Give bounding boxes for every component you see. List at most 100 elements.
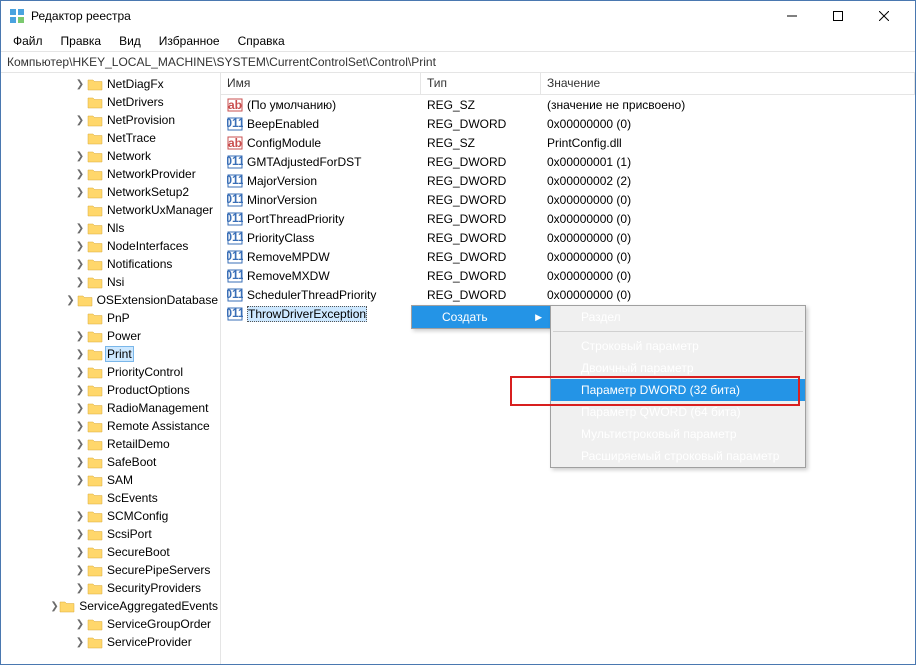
- tree-item[interactable]: ❯ServiceProvider: [1, 633, 220, 651]
- expand-icon[interactable]: ❯: [73, 167, 87, 181]
- list-row[interactable]: 011SchedulerThreadPriorityREG_DWORD0x000…: [221, 285, 915, 304]
- expand-icon[interactable]: [73, 131, 87, 145]
- tree-item[interactable]: ScEvents: [1, 489, 220, 507]
- tree-item[interactable]: ❯PriorityControl: [1, 363, 220, 381]
- tree-item[interactable]: ❯RadioManagement: [1, 399, 220, 417]
- expand-icon[interactable]: [73, 203, 87, 217]
- tree-item[interactable]: ❯NetworkProvider: [1, 165, 220, 183]
- ctx-create[interactable]: Создать ▶ РазделСтроковый параметрДвоичн…: [412, 306, 550, 328]
- expand-icon[interactable]: [73, 311, 87, 325]
- tree-item[interactable]: ❯SAM: [1, 471, 220, 489]
- ctx-sub-item[interactable]: Строковый параметр: [551, 335, 805, 357]
- tree-item[interactable]: ❯NodeInterfaces: [1, 237, 220, 255]
- list-row[interactable]: 011RemoveMXDWREG_DWORD0x00000000 (0): [221, 266, 915, 285]
- tree-item[interactable]: ❯RetailDemo: [1, 435, 220, 453]
- tree-item[interactable]: ❯NetDiagFx: [1, 75, 220, 93]
- expand-icon[interactable]: ❯: [73, 149, 87, 163]
- menu-edit[interactable]: Правка: [53, 32, 110, 50]
- tree-item[interactable]: ❯Power: [1, 327, 220, 345]
- expand-icon[interactable]: ❯: [73, 113, 87, 127]
- expand-icon[interactable]: ❯: [64, 293, 76, 307]
- expand-icon[interactable]: ❯: [73, 383, 87, 397]
- tree-item[interactable]: NetTrace: [1, 129, 220, 147]
- tree-item[interactable]: PnP: [1, 309, 220, 327]
- expand-icon[interactable]: [73, 95, 87, 109]
- expand-icon[interactable]: ❯: [73, 527, 87, 541]
- tree-item[interactable]: ❯NetworkSetup2: [1, 183, 220, 201]
- expand-icon[interactable]: ❯: [73, 563, 87, 577]
- col-name[interactable]: Имя: [221, 73, 421, 94]
- list-row[interactable]: 011MajorVersionREG_DWORD0x00000002 (2): [221, 171, 915, 190]
- list-row[interactable]: 011MinorVersionREG_DWORD0x00000000 (0): [221, 190, 915, 209]
- col-type[interactable]: Тип: [421, 73, 541, 94]
- list-row[interactable]: ab(По умолчанию)REG_SZ(значение не присв…: [221, 95, 915, 114]
- ctx-sub-item[interactable]: Параметр DWORD (32 бита): [551, 379, 805, 401]
- tree-item[interactable]: ❯SCMConfig: [1, 507, 220, 525]
- ctx-sub-item[interactable]: Расширяемый строковый параметр: [551, 445, 805, 467]
- col-value[interactable]: Значение: [541, 73, 915, 94]
- tree-item[interactable]: ❯SafeBoot: [1, 453, 220, 471]
- expand-icon[interactable]: ❯: [73, 365, 87, 379]
- tree-item[interactable]: ❯Network: [1, 147, 220, 165]
- tree-item[interactable]: ❯SecureBoot: [1, 543, 220, 561]
- tree-item[interactable]: ❯NetProvision: [1, 111, 220, 129]
- tree-item[interactable]: ❯ServiceGroupOrder: [1, 615, 220, 633]
- tree-item[interactable]: ❯Remote Assistance: [1, 417, 220, 435]
- expand-icon[interactable]: ❯: [50, 599, 59, 613]
- expand-icon[interactable]: ❯: [73, 239, 87, 253]
- expand-icon[interactable]: ❯: [73, 275, 87, 289]
- tree-item[interactable]: ❯OSExtensionDatabase: [1, 291, 220, 309]
- list-row[interactable]: 011PortThreadPriorityREG_DWORD0x00000000…: [221, 209, 915, 228]
- expand-icon[interactable]: ❯: [73, 635, 87, 649]
- expand-icon[interactable]: ❯: [73, 455, 87, 469]
- context-submenu[interactable]: Раздел Строковый параметрДвоичный парамет…: [550, 305, 806, 468]
- ctx-sub-item[interactable]: Двоичный параметр: [551, 357, 805, 379]
- address-bar[interactable]: Компьютер\HKEY_LOCAL_MACHINE\SYSTEM\Curr…: [1, 51, 915, 73]
- titlebar[interactable]: Редактор реестра: [1, 1, 915, 31]
- expand-icon[interactable]: ❯: [73, 581, 87, 595]
- tree-item[interactable]: ❯Nsi: [1, 273, 220, 291]
- expand-icon[interactable]: ❯: [73, 419, 87, 433]
- list-pane[interactable]: Имя Тип Значение ab(По умолчанию)REG_SZ(…: [221, 73, 915, 664]
- expand-icon[interactable]: ❯: [73, 329, 87, 343]
- expand-icon[interactable]: ❯: [73, 617, 87, 631]
- expand-icon[interactable]: ❯: [73, 473, 87, 487]
- tree-item[interactable]: ❯ProductOptions: [1, 381, 220, 399]
- expand-icon[interactable]: ❯: [73, 545, 87, 559]
- expand-icon[interactable]: ❯: [73, 509, 87, 523]
- expand-icon[interactable]: ❯: [73, 221, 87, 235]
- list-row[interactable]: 011PriorityClassREG_DWORD0x00000000 (0): [221, 228, 915, 247]
- expand-icon[interactable]: ❯: [73, 257, 87, 271]
- expand-icon[interactable]: [73, 491, 87, 505]
- tree-item[interactable]: ❯SecurePipeServers: [1, 561, 220, 579]
- menu-view[interactable]: Вид: [111, 32, 149, 50]
- list-row[interactable]: 011BeepEnabledREG_DWORD0x00000000 (0): [221, 114, 915, 133]
- tree-item[interactable]: NetDrivers: [1, 93, 220, 111]
- tree-item[interactable]: ❯SecurityProviders: [1, 579, 220, 597]
- expand-icon[interactable]: ❯: [73, 77, 87, 91]
- context-menu[interactable]: Создать ▶ РазделСтроковый параметрДвоичн…: [411, 305, 551, 329]
- tree-item[interactable]: ❯Nls: [1, 219, 220, 237]
- minimize-button[interactable]: [769, 1, 815, 31]
- ctx-sub-item[interactable]: Мультистроковый параметр: [551, 423, 805, 445]
- ctx-sub-item[interactable]: Раздел: [551, 306, 805, 328]
- expand-icon[interactable]: ❯: [73, 347, 87, 361]
- expand-icon[interactable]: ❯: [73, 437, 87, 451]
- tree-pane[interactable]: ❯NetDiagFxNetDrivers❯NetProvisionNetTrac…: [1, 73, 221, 664]
- tree-item[interactable]: ❯Notifications: [1, 255, 220, 273]
- expand-icon[interactable]: ❯: [73, 185, 87, 199]
- list-row[interactable]: abConfigModuleREG_SZPrintConfig.dll: [221, 133, 915, 152]
- tree-item[interactable]: ❯ServiceAggregatedEvents: [1, 597, 220, 615]
- menu-file[interactable]: Файл: [5, 32, 51, 50]
- menu-favorites[interactable]: Избранное: [151, 32, 228, 50]
- expand-icon[interactable]: ❯: [73, 401, 87, 415]
- tree-item[interactable]: NetworkUxManager: [1, 201, 220, 219]
- list-row[interactable]: 011GMTAdjustedForDSTREG_DWORD0x00000001 …: [221, 152, 915, 171]
- maximize-button[interactable]: [815, 1, 861, 31]
- tree-item[interactable]: ❯Print: [1, 345, 220, 363]
- ctx-sub-item[interactable]: Параметр QWORD (64 бита): [551, 401, 805, 423]
- list-row[interactable]: 011RemoveMPDWREG_DWORD0x00000000 (0): [221, 247, 915, 266]
- close-button[interactable]: [861, 1, 907, 31]
- tree-item[interactable]: ❯ScsiPort: [1, 525, 220, 543]
- menu-help[interactable]: Справка: [230, 32, 293, 50]
